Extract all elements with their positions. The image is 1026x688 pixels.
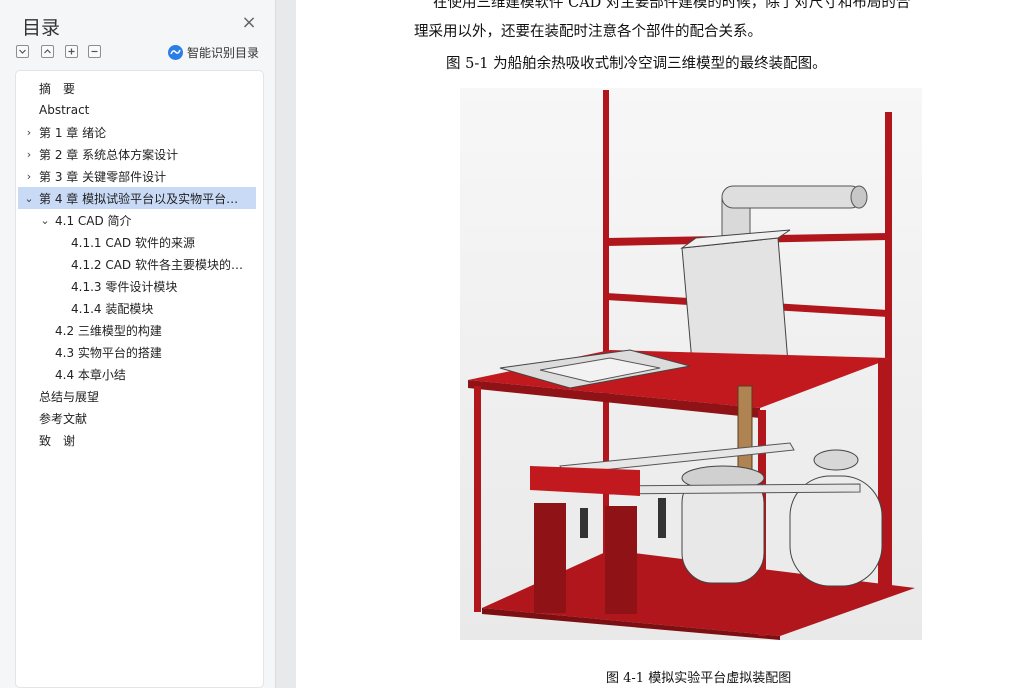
toc-item[interactable]: 4.1.3 零件设计模块 [16, 275, 263, 297]
toc-item[interactable]: › 第 2 章 系统总体方案设计 [16, 143, 263, 165]
assembly-figure [460, 88, 922, 640]
toc-item-label: 第 2 章 系统总体方案设计 [39, 147, 179, 162]
chevron-right-icon[interactable]: › [24, 170, 34, 183]
document-page: 在使用三维建模软件 CAD 对主要部件建模的时候，除了对尺寸和布局的合 理采用以… [296, 0, 1026, 688]
toc-item-label: 参考文献 [39, 411, 88, 426]
chevron-down-icon[interactable]: ⌄ [24, 192, 34, 205]
toc-item[interactable]: 4.3 实物平台的搭建 [16, 341, 263, 363]
toc-item-label: 4.4 本章小结 [55, 367, 126, 382]
toc-item-label: 4.1.1 CAD 软件的来源 [71, 235, 195, 250]
chevron-down-icon[interactable]: ⌄ [40, 214, 50, 227]
toc-sidebar: 目录 × 智能识别目录 摘 要 Abstract › 第 1 章 绪论 › 第 2 章 系… [0, 0, 276, 688]
collapse-all-icon[interactable] [16, 45, 29, 58]
toc-item[interactable]: Abstract [16, 99, 263, 121]
toc-item-label: 总结与展望 [39, 389, 100, 404]
toc-item[interactable]: 4.1.4 装配模块 [16, 297, 263, 319]
toc-item[interactable]: 致 谢 [16, 429, 263, 451]
toc-item-label: 4.1 CAD 简介 [55, 213, 132, 228]
toc-item-label: Abstract [39, 103, 90, 117]
close-icon[interactable]: × [239, 13, 259, 33]
expand-up-icon[interactable] [41, 45, 54, 58]
paragraph-line-1: 理采用以外，还要在装配时注意各个部件的配合关系。 [414, 24, 762, 40]
toc-item-label: 4.1.3 零件设计模块 [71, 279, 178, 294]
toc-item-label: 第 3 章 关键零部件设计 [39, 169, 167, 184]
figure-caption: 图 4-1 模拟实验平台虚拟装配图 [606, 671, 792, 686]
toc-item[interactable]: 4.4 本章小结 [16, 363, 263, 385]
chevron-right-icon[interactable]: › [24, 126, 34, 139]
toc-item[interactable]: ⌄ 第 4 章 模拟试验平台以及实物平台的搭建 [18, 187, 256, 209]
toc-item[interactable]: 4.1.1 CAD 软件的来源 [16, 231, 263, 253]
toc-item[interactable]: 摘 要 [16, 77, 263, 99]
toc-item[interactable]: 4.2 三维模型的构建 [16, 319, 263, 341]
chevron-right-icon[interactable]: › [24, 148, 34, 161]
toc-item-label: 4.2 三维模型的构建 [55, 323, 162, 338]
paragraph-line-2: 图 5-1 为船舶余热吸收式制冷空调三维模型的最终装配图。 [446, 56, 827, 72]
smart-toc-icon [168, 45, 183, 60]
toc-item[interactable]: › 第 1 章 绪论 [16, 121, 263, 143]
toc-item-label: 4.1.4 装配模块 [71, 301, 154, 316]
toc-item[interactable]: ⌄ 4.1 CAD 简介 [16, 209, 263, 231]
toc-item[interactable]: › 第 3 章 关键零部件设计 [16, 165, 263, 187]
expand-level-icon[interactable] [65, 45, 78, 58]
toc-item-label: 第 1 章 绪论 [39, 125, 107, 140]
smart-toc-label: 智能识别目录 [187, 46, 260, 60]
smart-toc-button[interactable]: 智能识别目录 [168, 44, 259, 61]
toc-item[interactable]: 总结与展望 [16, 385, 263, 407]
toc-item-label: 4.1.2 CAD 软件各主要模块的功能 [71, 257, 250, 272]
toc-item-label: 第 4 章 模拟试验平台以及实物平台的搭建 [39, 191, 246, 206]
toc-list: 摘 要 Abstract › 第 1 章 绪论 › 第 2 章 系统总体方案设计 › 第 3 … [15, 70, 264, 688]
toc-item-label: 致 谢 [39, 433, 76, 448]
toc-item[interactable]: 参考文献 [16, 407, 263, 429]
toc-item-label: 摘 要 [39, 81, 76, 96]
toc-title: 目录 [22, 17, 61, 39]
paragraph-line-top: 在使用三维建模软件 CAD 对主要部件建模的时候，除了对尺寸和布局的合 [433, 0, 911, 11]
toc-item-label: 4.3 实物平台的搭建 [55, 345, 162, 360]
collapse-level-icon[interactable] [88, 45, 101, 58]
toc-item[interactable]: 4.1.2 CAD 软件各主要模块的功能 [16, 253, 263, 275]
